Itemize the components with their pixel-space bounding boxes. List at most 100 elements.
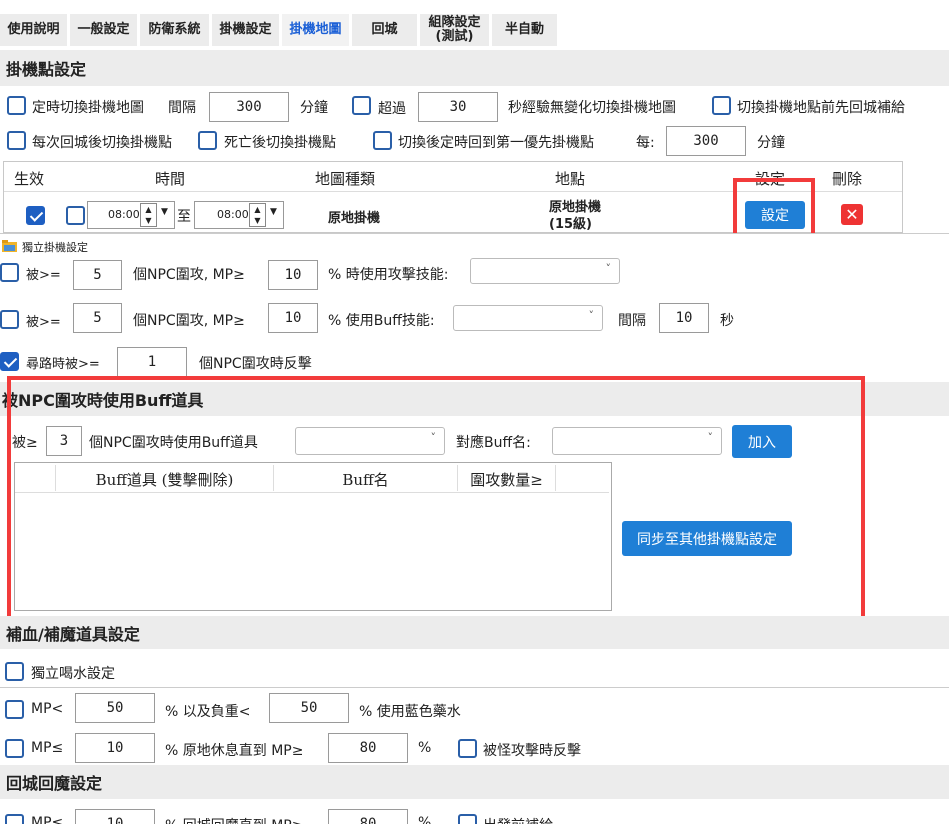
- time-from-value: 08:00: [108, 208, 140, 221]
- r2-count-input[interactable]: 5: [73, 303, 122, 333]
- no-exp-label: 秒經驗無變化切換掛機地圖: [508, 100, 676, 116]
- every-label: 每:: [636, 135, 655, 151]
- time-to-spinner-icon[interactable]: ▲ ▼: [249, 203, 266, 227]
- header-time: 時間: [154, 170, 185, 188]
- time-from-dropdown-icon[interactable]: ▼: [161, 207, 168, 217]
- rest-target-input[interactable]: 80: [328, 733, 408, 763]
- timed-switch-checkbox[interactable]: [7, 96, 26, 115]
- r2-npc-label: 個NPC圍攻, MP≥: [133, 313, 245, 329]
- section-title-text: 掛機點設定: [6, 60, 87, 79]
- return-first-label: 切換掛機地點前先回城補給: [737, 100, 905, 116]
- independent-potion-checkbox[interactable]: [5, 662, 24, 681]
- r3-count-input[interactable]: 1: [117, 347, 187, 377]
- r2-mp-input[interactable]: 10: [268, 303, 318, 333]
- row-location: 原地掛機 (15級): [549, 200, 602, 232]
- folder-icon: [2, 239, 17, 252]
- r2-sec-label: 秒: [720, 313, 734, 329]
- tab-help[interactable]: 使用說明: [0, 14, 68, 46]
- r2-use-label: % 使用Buff技能:: [328, 313, 435, 329]
- section-title-spot: 掛機點設定: [0, 50, 949, 86]
- weight-label: % 以及負重<: [165, 704, 251, 720]
- weight-input[interactable]: 50: [269, 693, 349, 723]
- mp-blue-checkbox[interactable]: [5, 700, 24, 719]
- tab-return[interactable]: 回城: [352, 14, 418, 46]
- header-active: 生效: [13, 170, 44, 188]
- return-mp-label: MP≤: [31, 815, 64, 824]
- return-mp-target-input[interactable]: 80: [328, 809, 408, 824]
- r1-prefix: 被>=: [26, 268, 61, 283]
- header-location: 地點: [554, 170, 585, 188]
- return-mp-checkbox[interactable]: [5, 814, 24, 824]
- r2-prefix: 被>=: [26, 315, 61, 330]
- mp-blue-input[interactable]: 50: [75, 693, 155, 723]
- return-mp-title-text: 回城回魔設定: [6, 774, 103, 793]
- interval-label: 間隔: [168, 100, 196, 116]
- buff-skill-select[interactable]: [453, 305, 603, 331]
- interval-input[interactable]: 300: [209, 92, 289, 122]
- over-label: 超過: [378, 101, 406, 117]
- dialog-title: 獨立掛機設定: [22, 241, 88, 254]
- r1-npc-label: 個NPC圍攻, MP≥: [133, 267, 245, 283]
- tab-afk-settings[interactable]: 掛機設定: [212, 14, 280, 46]
- counter-attack-label: 被怪攻擊時反擊: [483, 743, 581, 759]
- every-minutes-label: 分鐘: [757, 135, 785, 151]
- section-title-potion: 補血/補魔道具設定: [0, 616, 949, 649]
- attack-skill-checkbox[interactable]: [0, 263, 19, 282]
- blue-potion-label: % 使用藍色藥水: [359, 704, 461, 720]
- return-mp-input[interactable]: 10: [75, 809, 155, 824]
- r1-mp-input[interactable]: 10: [268, 260, 318, 290]
- time-from-spinner-icon[interactable]: ▲ ▼: [140, 203, 157, 227]
- r2-interval-label: 間隔: [618, 313, 646, 329]
- return-first-checkbox[interactable]: [712, 96, 731, 115]
- section-title-return-mp: 回城回魔設定: [0, 765, 949, 799]
- time-to-picker[interactable]: 08:00 ▲ ▼ ▼: [194, 201, 284, 229]
- to-label: 至: [177, 209, 191, 225]
- tab-party[interactable]: 組隊設定 (測試): [420, 14, 490, 46]
- after-death-checkbox[interactable]: [198, 131, 217, 150]
- r2-interval-input[interactable]: 10: [659, 303, 709, 333]
- header-map-type: 地圖種類: [314, 170, 375, 188]
- return-mp-text: % 回城回魔直到 MP≥: [165, 815, 303, 824]
- delete-icon[interactable]: ✕: [841, 204, 863, 225]
- over-input[interactable]: 30: [418, 92, 498, 122]
- over-checkbox[interactable]: [352, 96, 371, 115]
- tab-general[interactable]: 一般設定: [70, 14, 138, 46]
- row-time-checkbox[interactable]: [66, 206, 85, 225]
- mp-blue-label: MP<: [31, 701, 64, 717]
- r3-suffix: 個NPC圍攻時反擊: [199, 356, 312, 372]
- buff-skill-checkbox[interactable]: [0, 310, 19, 329]
- each-return-checkbox[interactable]: [7, 131, 26, 150]
- independent-potion-label: 獨立喝水設定: [31, 666, 115, 682]
- row-active-checkbox[interactable]: [26, 206, 45, 225]
- time-to-value: 08:00: [217, 208, 249, 221]
- back-first-label: 切換後定時回到第一優先掛機點: [398, 135, 594, 151]
- r1-use-label: % 時使用攻擊技能:: [328, 267, 449, 283]
- r1-count-input[interactable]: 5: [73, 260, 122, 290]
- rest-checkbox[interactable]: [5, 739, 24, 758]
- tab-defense[interactable]: 防衛系統: [140, 14, 210, 46]
- divider: [0, 687, 949, 688]
- attack-skill-select[interactable]: [470, 258, 620, 284]
- time-to-dropdown-icon[interactable]: ▼: [270, 207, 277, 217]
- potion-title-text: 補血/補魔道具設定: [6, 624, 140, 644]
- pathfind-counter-checkbox[interactable]: [0, 352, 19, 371]
- supply-checkbox[interactable]: [458, 814, 477, 824]
- highlight-buff-item-section: [7, 376, 865, 629]
- rest-label: % 原地休息直到 MP≥: [165, 743, 304, 759]
- tab-afk-map[interactable]: 掛機地圖: [282, 14, 350, 46]
- rest-pct-label: %: [418, 740, 432, 756]
- header-delete: 刪除: [831, 170, 862, 188]
- tab-semi-auto[interactable]: 半自動: [492, 14, 558, 46]
- rest-mp-input[interactable]: 10: [75, 733, 155, 763]
- counter-attack-checkbox[interactable]: [458, 739, 477, 758]
- back-first-checkbox[interactable]: [373, 131, 392, 150]
- each-return-label: 每次回城後切換掛機點: [32, 135, 172, 151]
- timed-switch-label: 定時切換掛機地圖: [32, 100, 144, 116]
- r3-label: 尋路時被>=: [26, 357, 100, 372]
- after-death-label: 死亡後切換掛機點: [224, 135, 336, 151]
- every-input[interactable]: 300: [666, 126, 746, 156]
- return-mp-pct: %: [418, 815, 432, 824]
- minutes-label: 分鐘: [300, 100, 328, 116]
- rest-mp-label: MP≤: [31, 740, 64, 756]
- time-from-picker[interactable]: 08:00 ▲ ▼ ▼: [87, 201, 175, 229]
